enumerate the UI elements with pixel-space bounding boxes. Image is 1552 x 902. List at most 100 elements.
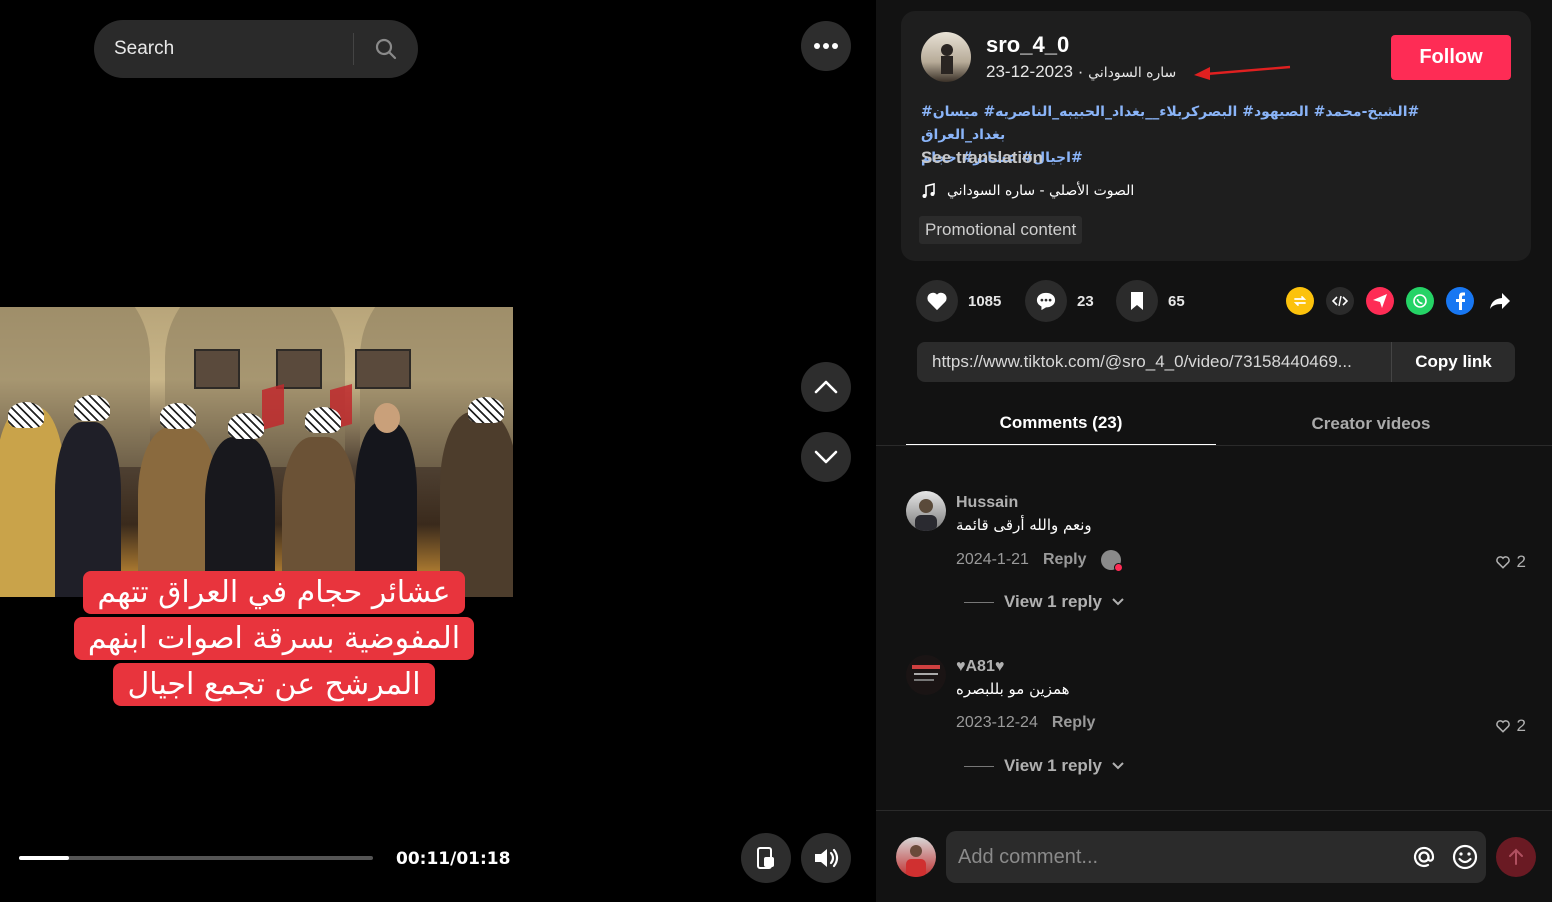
share-arrow-icon[interactable] xyxy=(1486,287,1514,315)
comment-text: همزين مو بللبصره xyxy=(956,680,1070,698)
heart-outline-icon[interactable] xyxy=(1495,555,1511,569)
author-subline: ساره السوداني · 2023-12-23 xyxy=(986,62,1176,82)
annotation-arrow xyxy=(1194,65,1291,80)
comment-item: Hussain ونعم والله أرقى قائمة 2024-1-21 … xyxy=(906,491,1526,614)
reply-button[interactable]: Reply xyxy=(1052,714,1096,732)
separator: · xyxy=(1077,62,1084,81)
next-video-button[interactable] xyxy=(801,432,851,482)
search-bar[interactable]: Search xyxy=(94,20,418,78)
video-progress-fill xyxy=(19,856,69,860)
headdress xyxy=(8,402,44,428)
volume-icon xyxy=(815,848,839,868)
embed-icon[interactable] xyxy=(1326,287,1354,315)
facebook-icon[interactable] xyxy=(1446,287,1474,315)
search-icon[interactable] xyxy=(354,20,418,78)
commenter-avatar[interactable] xyxy=(906,655,946,695)
details-panel: sro_4_0 ساره السوداني · 2023-12-23 Follo… xyxy=(876,0,1552,902)
comment-like-count: 2 xyxy=(1516,552,1526,571)
bookmark-icon[interactable] xyxy=(1116,280,1158,322)
comment-count: 23 xyxy=(1077,292,1094,310)
more-options-button[interactable] xyxy=(801,21,851,71)
share-link-box: https://www.tiktok.com/@sro_4_0/video/73… xyxy=(917,342,1515,382)
tiktok-page: Search عشائر حجام في العراق تتهم المفوضي… xyxy=(0,0,1552,902)
copy-link-button[interactable]: Copy link xyxy=(1391,342,1515,382)
previous-video-button[interactable] xyxy=(801,362,851,412)
comment-date: 2023-12-24 xyxy=(956,714,1038,731)
whatsapp-icon[interactable] xyxy=(1406,287,1434,315)
post-date: 2023-12-23 xyxy=(986,62,1074,81)
comment-meta: 2024-1-21 Reply xyxy=(956,550,1123,572)
more-icon xyxy=(814,43,838,49)
music-info[interactable]: الصوت الأصلي - ساره السوداني xyxy=(921,183,1134,199)
headdress xyxy=(468,397,504,423)
wall-portrait xyxy=(194,349,240,389)
hashtags-line-1[interactable]: #الشيخ-محمد# الصيهود# البصركربلاء__بغداد… xyxy=(921,101,1461,147)
floating-player-button[interactable] xyxy=(741,833,791,883)
save-stat[interactable]: 65 xyxy=(1116,280,1185,322)
arrow-up-icon xyxy=(1509,848,1523,865)
comment-input-box[interactable]: Add comment... xyxy=(946,831,1486,883)
like-count: 1085 xyxy=(968,292,1002,310)
video-player[interactable] xyxy=(0,307,513,597)
video-time: 00:11/01:18 xyxy=(396,849,511,869)
commenter-avatar[interactable] xyxy=(906,491,946,531)
person-head xyxy=(374,403,400,433)
view-replies-label: View 1 reply xyxy=(1004,756,1102,775)
comment-input[interactable]: Add comment... xyxy=(946,846,1404,869)
comment-meta: 2023-12-24 Reply xyxy=(956,714,1095,732)
comment-date: 2024-1-21 xyxy=(956,551,1029,568)
headdress xyxy=(228,413,264,439)
author-display-name: ساره السوداني xyxy=(1088,65,1177,81)
author-avatar[interactable] xyxy=(921,32,971,82)
like-stat[interactable]: 1085 xyxy=(916,280,1001,322)
chevron-down-icon xyxy=(1112,598,1124,606)
video-caption: عشائر حجام في العراق تتهم المفوضية بسرقة… xyxy=(62,570,486,708)
search-input[interactable]: Search xyxy=(114,38,353,60)
headdress xyxy=(160,403,196,429)
wall-portrait xyxy=(355,349,411,389)
view-replies-button[interactable]: View 1 reply xyxy=(964,592,1124,612)
flag xyxy=(262,384,284,430)
heart-icon[interactable] xyxy=(916,280,958,322)
comment-stat[interactable]: 23 xyxy=(1025,280,1094,322)
video-progress-bar[interactable] xyxy=(19,856,373,860)
comment-text: ونعم والله أرقى قائمة xyxy=(956,516,1092,534)
reply-dash xyxy=(964,765,994,767)
reply-button[interactable]: Reply xyxy=(1043,551,1087,569)
commenter-name[interactable]: Hussain xyxy=(956,494,1018,512)
tab-creator-videos[interactable]: Creator videos xyxy=(1216,402,1526,446)
save-count: 65 xyxy=(1168,292,1185,310)
current-user-avatar xyxy=(896,837,936,877)
tabs-divider xyxy=(876,445,1552,446)
author-username[interactable]: sro_4_0 xyxy=(986,32,1069,58)
follow-button[interactable]: Follow xyxy=(1391,35,1511,80)
comment-like-count: 2 xyxy=(1516,716,1526,735)
post-comment-button[interactable] xyxy=(1496,837,1536,877)
post-info-card: sro_4_0 ساره السوداني · 2023-12-23 Follo… xyxy=(901,11,1531,261)
music-title: الصوت الأصلي - ساره السوداني xyxy=(947,183,1135,199)
repost-icon[interactable] xyxy=(1286,287,1314,315)
tab-comments[interactable]: Comments (23) xyxy=(906,402,1216,446)
video-url[interactable]: https://www.tiktok.com/@sro_4_0/video/73… xyxy=(917,352,1391,372)
view-replies-button[interactable]: View 1 reply xyxy=(964,756,1124,776)
emoji-icon[interactable] xyxy=(1444,843,1486,871)
heart-outline-icon[interactable] xyxy=(1495,719,1511,733)
headdress xyxy=(74,395,110,421)
video-caption-text: عشائر حجام في العراق تتهم المفوضية بسرقة… xyxy=(73,571,475,706)
volume-button[interactable] xyxy=(801,833,851,883)
comment-like[interactable]: 2 xyxy=(1495,716,1526,736)
comment-like[interactable]: 2 xyxy=(1495,552,1526,572)
reply-dash xyxy=(964,601,994,603)
send-icon[interactable] xyxy=(1366,287,1394,315)
commenter-name[interactable]: ♥A81♥ xyxy=(956,658,1004,676)
see-translation-link[interactable]: See translation xyxy=(921,148,1043,168)
creator-liked-icon xyxy=(1100,550,1123,572)
comment-bubble-icon[interactable] xyxy=(1025,280,1067,322)
promotional-badge: Promotional content xyxy=(919,216,1083,244)
composer-divider xyxy=(876,810,1552,811)
comment-item: ♥A81♥ همزين مو بللبصره 2023-12-24 Reply … xyxy=(906,655,1526,778)
headdress xyxy=(305,407,341,433)
wall-portrait xyxy=(276,349,322,389)
mention-icon[interactable] xyxy=(1404,844,1444,870)
floating-player-icon xyxy=(757,847,774,869)
